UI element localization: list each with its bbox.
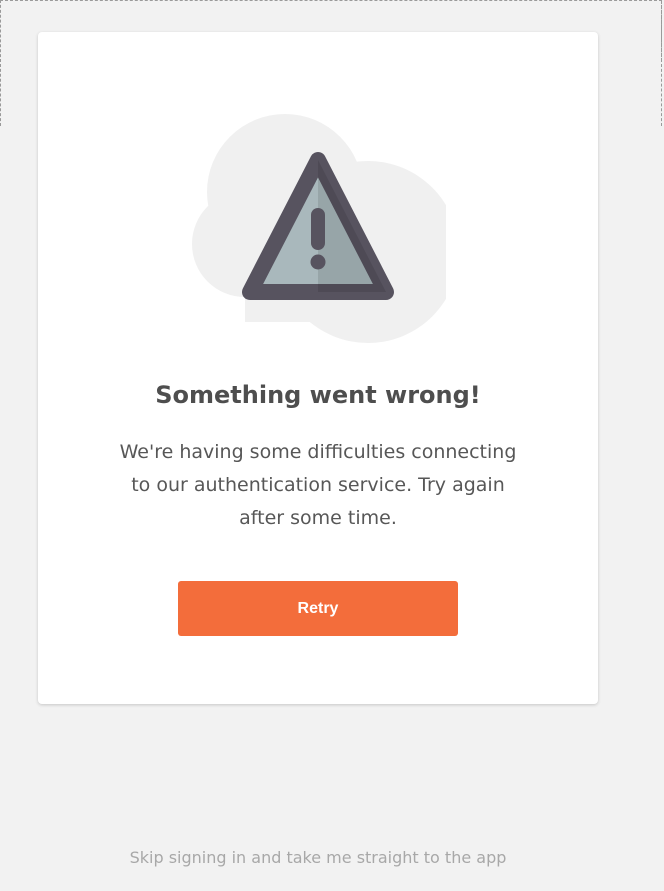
- retry-button[interactable]: Retry: [178, 581, 458, 636]
- warning-illustration: [192, 114, 446, 343]
- error-message: We're having some difficulties connectin…: [119, 441, 517, 529]
- skip-sign-in-link[interactable]: Skip signing in and take me straight to …: [0, 846, 636, 870]
- error-card: Something went wrong! We're having some …: [38, 32, 598, 704]
- error-title: Something went wrong!: [155, 381, 481, 409]
